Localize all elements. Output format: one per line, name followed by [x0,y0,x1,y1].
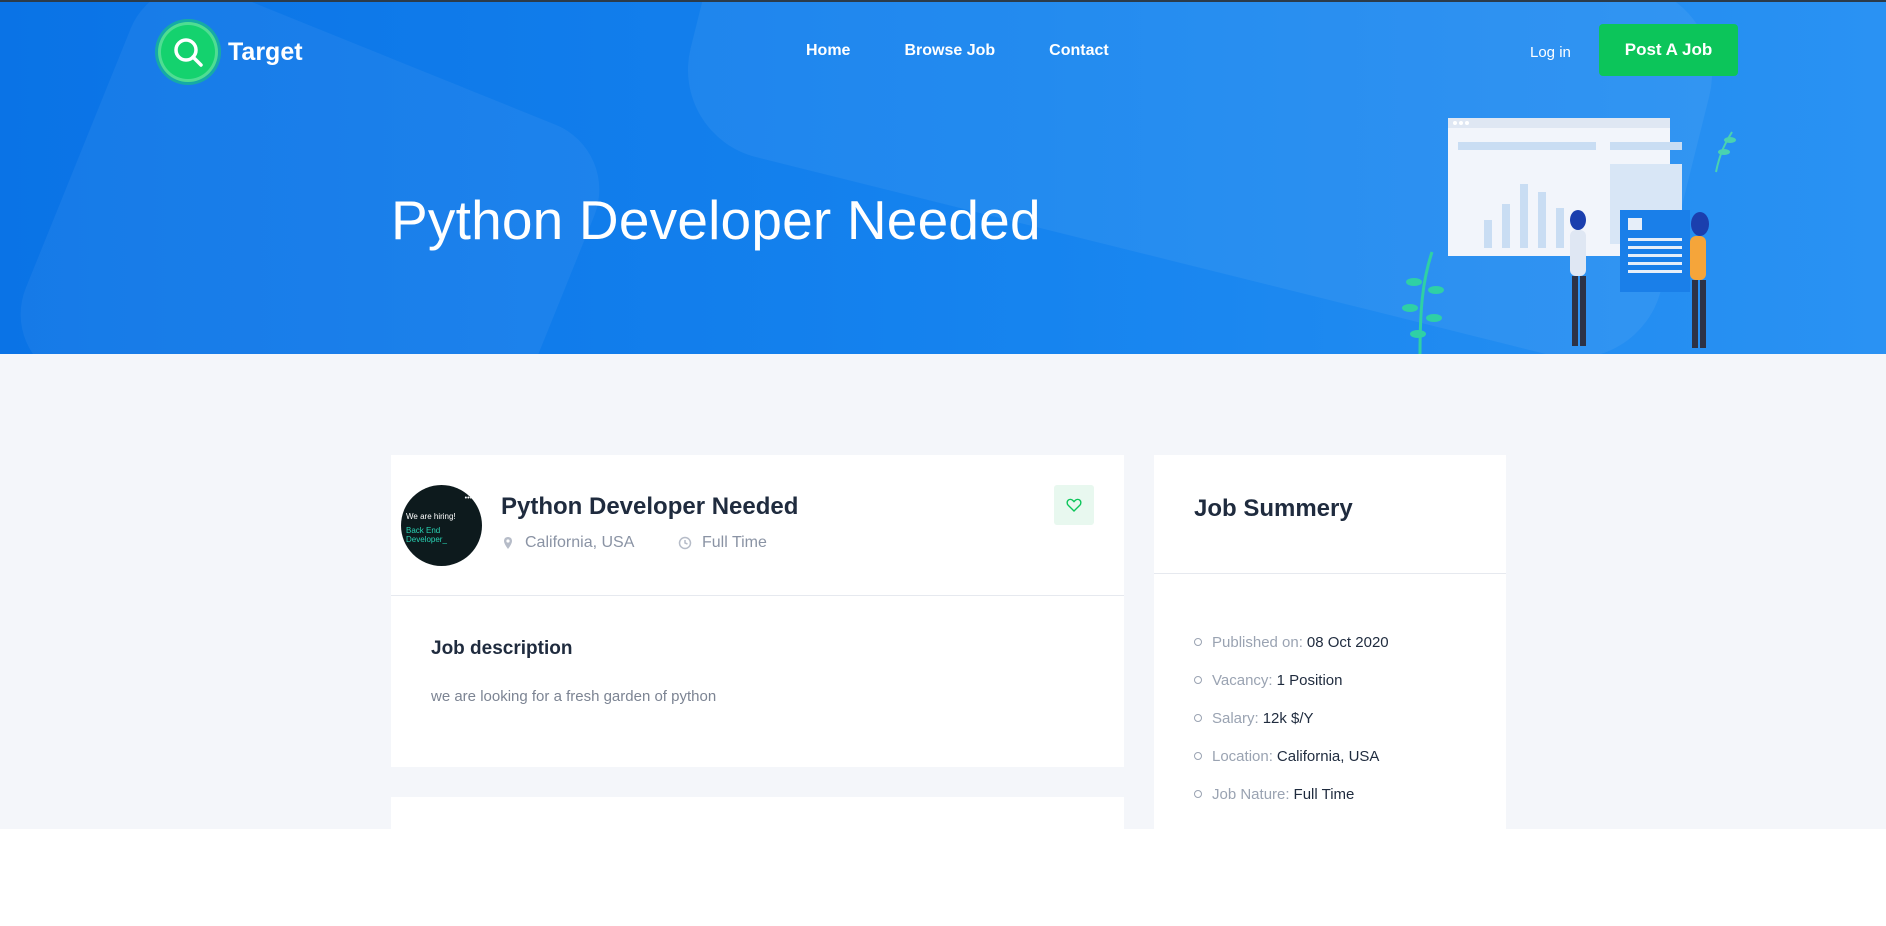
job-card: ••• We are hiring! Back End Developer_ P… [391,455,1124,767]
summary-location: Location: California, USA [1194,737,1389,775]
nav-browse-job[interactable]: Browse Job [904,42,995,60]
favorite-button[interactable] [1054,485,1094,525]
secondary-card [391,797,1124,829]
summary-published: Published on: 08 Oct 2020 [1194,623,1389,661]
brand-name: Target [228,37,303,66]
job-title[interactable]: Python Developer Needed [501,493,798,521]
search-logo-icon [158,22,218,82]
summary-value: 12k $/Y [1262,709,1314,727]
job-summary-title: Job Summery [1194,495,1353,522]
page-title: Python Developer Needed [391,189,1041,251]
summary-salary: Salary: 12k $/Y [1194,699,1389,737]
divider [1154,573,1506,574]
job-header: ••• We are hiring! Back End Developer_ P… [391,455,1124,596]
post-job-button[interactable]: Post A Job [1599,24,1738,76]
summary-vacancy: Vacancy: 1 Position [1194,661,1389,699]
job-description-heading: Job description [431,638,573,659]
summary-label: Vacancy: [1212,671,1273,689]
hero-shape [0,2,621,354]
hero-banner: Target Home Browse Job Contact Log in Po… [0,0,1886,354]
job-summary-list: Published on: 08 Oct 2020 Vacancy: 1 Pos… [1194,623,1389,813]
bullet-icon [1194,752,1202,760]
job-type-text: Full Time [702,534,767,551]
summary-value: Full Time [1293,785,1355,803]
job-type: Full Time [678,534,767,552]
avatar-line-1: We are hiring! [406,512,456,521]
bullet-icon [1194,714,1202,722]
brand-logo[interactable]: Target [158,22,303,82]
page: Target Home Browse Job Contact Log in Po… [0,0,1886,926]
summary-value: 08 Oct 2020 [1306,633,1389,651]
bullet-icon [1194,676,1202,684]
map-marker-icon [504,537,512,549]
avatar-line-2: Back End Developer_ [406,526,447,544]
summary-label: Published on: [1212,633,1303,651]
job-description-text: we are looking for a fresh garden of pyt… [431,688,717,705]
summary-label: Job Nature: [1212,785,1290,803]
job-location: California, USA [501,534,634,552]
nav-contact[interactable]: Contact [1049,42,1109,60]
job-location-text: California, USA [525,534,635,551]
bullet-icon [1194,790,1202,798]
login-link[interactable]: Log in [1530,44,1571,61]
summary-value: California, USA [1276,747,1380,765]
clock-icon [678,536,692,550]
avatar-decoration: ••• [464,495,472,502]
summary-job-nature: Job Nature: Full Time [1194,775,1389,813]
main-nav: Home Browse Job Contact [806,42,1163,60]
bullet-icon [1194,638,1202,646]
summary-label: Salary: [1212,709,1259,727]
heart-icon [1066,498,1082,512]
nav-home[interactable]: Home [806,42,850,60]
job-summary-card: Job Summery Published on: 08 Oct 2020 Va… [1154,455,1506,829]
hero-illustration [1402,118,1736,354]
summary-value: 1 Position [1276,671,1343,689]
summary-label: Location: [1212,747,1273,765]
company-avatar: ••• We are hiring! Back End Developer_ [401,485,482,566]
